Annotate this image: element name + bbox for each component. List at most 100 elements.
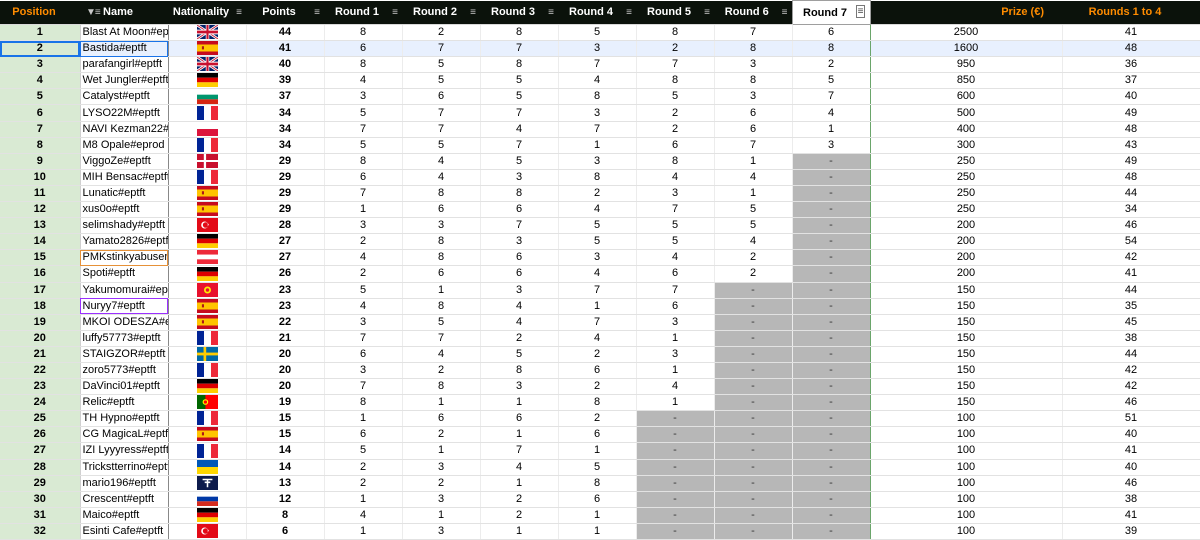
round-5-cell[interactable]: 5 [636, 233, 715, 251]
round-1-cell[interactable]: 7 [324, 378, 403, 396]
round-3-cell[interactable]: 6 [480, 410, 559, 428]
round-3-cell[interactable]: 2 [480, 507, 559, 524]
nationality-cell[interactable] [168, 426, 247, 444]
table-row[interactable]: 23 DaVinci01#eptft 20 7 8 3 2 4- -150 42 [0, 378, 1200, 396]
round-5-cell[interactable]: 2 [636, 104, 715, 122]
round-7-cell[interactable]: - [792, 169, 871, 186]
round-2-cell[interactable]: 7 [402, 40, 481, 58]
filter-icon[interactable]: ≡ [626, 7, 632, 18]
round-4-cell[interactable]: 5 [558, 233, 637, 251]
rounds-1-to-4-cell[interactable]: 51 [1062, 410, 1200, 428]
round-2-cell[interactable]: 3 [402, 217, 481, 235]
filter-icon[interactable]: ≡ [782, 7, 788, 18]
round-6-cell[interactable]: - [714, 330, 793, 347]
table-row[interactable]: 15 PMKstinkyabuser# 27 4 8 6 3 4 2-200 42 [0, 249, 1200, 267]
nationality-cell[interactable] [168, 217, 247, 235]
round-4-cell[interactable]: 7 [558, 121, 637, 138]
position-cell[interactable]: 29 [0, 475, 81, 492]
filter-icon[interactable]: ▼≡ [86, 7, 101, 18]
round-7-cell[interactable]: - [792, 491, 871, 508]
name-cell[interactable]: Yakumomurai#ept [79, 281, 169, 299]
table-row[interactable]: 30 Crescent#eptft 12 1 3 2 6- - -100 38 [0, 491, 1200, 508]
rounds-1-to-4-cell[interactable]: 38 [1062, 491, 1200, 508]
round-1-cell[interactable]: 6 [324, 346, 403, 363]
table-row[interactable]: 11 Lunatic#eptft 29 7 8 8 2 3 1-250 44 [0, 185, 1200, 203]
rounds-1-to-4-cell[interactable]: 37 [1062, 72, 1200, 90]
round-6-cell[interactable]: 7 [714, 137, 793, 154]
table-row[interactable]: 8 M8 Opale#eprod 34 5 5 7 1 6 7 3 300 43 [0, 137, 1200, 154]
round-3-cell[interactable]: 1 [480, 523, 559, 540]
nationality-cell[interactable] [168, 475, 247, 492]
round-5-cell[interactable]: 5 [636, 88, 715, 106]
name-cell[interactable]: zoro5773#eptft [79, 362, 169, 380]
position-cell[interactable]: 10 [0, 169, 81, 186]
points-cell[interactable]: 34 [246, 137, 325, 154]
position-cell[interactable]: 21 [0, 346, 81, 363]
round-5-cell[interactable]: 3 [636, 185, 715, 203]
round-3-cell[interactable]: 5 [480, 88, 559, 106]
name-cell[interactable]: Crescent#eptft [79, 491, 169, 508]
round-3-cell[interactable]: 7 [480, 137, 559, 154]
round-1-cell[interactable]: 2 [324, 265, 403, 283]
nationality-cell[interactable] [168, 346, 247, 363]
round-7-cell[interactable]: - [792, 330, 871, 347]
name-cell[interactable]: CG MagicaL#eptft [79, 426, 169, 444]
round-3-cell[interactable]: 8 [480, 56, 559, 74]
position-cell[interactable]: 5 [0, 88, 81, 106]
round-5-cell[interactable]: 1 [636, 394, 715, 412]
prize-cell[interactable]: 150 [870, 314, 1063, 331]
name-cell[interactable]: Blast At Moon#ept [79, 24, 169, 42]
name-cell[interactable]: TH Hypno#eptft [79, 410, 169, 428]
round-1-cell[interactable]: 4 [324, 72, 403, 90]
round-5-cell[interactable]: - [636, 491, 715, 508]
round-6-cell[interactable]: 6 [714, 121, 793, 138]
round-2-cell[interactable]: 8 [402, 378, 481, 396]
round-4-cell[interactable]: 2 [558, 410, 637, 428]
points-cell[interactable]: 40 [246, 56, 325, 74]
name-cell[interactable]: mario196#eptft [79, 475, 169, 492]
round-7-cell[interactable]: - [792, 410, 871, 428]
round-2-cell[interactable]: 2 [402, 426, 481, 444]
table-row[interactable]: 32 Esinti Cafe#eptft 6 1 3 1 1- - -100 39 [0, 523, 1200, 540]
name-cell[interactable]: IZI Lyyyress#eptft [79, 442, 169, 460]
round-3-cell[interactable]: 4 [480, 314, 559, 331]
round-5-cell[interactable]: 5 [636, 217, 715, 235]
round-2-cell[interactable]: 8 [402, 185, 481, 203]
prize-cell[interactable]: 850 [870, 72, 1063, 90]
position-cell[interactable]: 13 [0, 217, 81, 235]
rounds-1-to-4-cell[interactable]: 41 [1062, 24, 1200, 42]
round-4-cell[interactable]: 8 [558, 475, 637, 492]
nationality-cell[interactable] [168, 72, 247, 90]
table-row[interactable]: 6 LYSO22M#eptft 34 5 7 7 3 2 6 4 500 49 [0, 104, 1200, 122]
round-7-cell[interactable]: - [792, 346, 871, 363]
name-cell[interactable]: STAIGZOR#eptft [79, 346, 169, 363]
round-6-cell[interactable]: - [714, 507, 793, 524]
prize-cell[interactable]: 100 [870, 442, 1063, 460]
round-3-cell[interactable]: 6 [480, 201, 559, 219]
round-1-cell[interactable]: 6 [324, 169, 403, 186]
table-row[interactable]: 18 Nuryy7#eptft 23 4 8 4 1 6- -150 35 [0, 298, 1200, 315]
points-cell[interactable]: 21 [246, 330, 325, 347]
nationality-cell[interactable] [168, 394, 247, 412]
position-cell[interactable]: 28 [0, 459, 81, 476]
position-cell[interactable]: 31 [0, 507, 81, 524]
table-row[interactable]: 28 Trickstterrino#eptft 14 2 3 4 5- - -100 40 [0, 459, 1200, 476]
rounds-1-to-4-cell[interactable]: 43 [1062, 137, 1200, 154]
rounds-1-to-4-cell[interactable]: 35 [1062, 298, 1200, 315]
round-2-cell[interactable]: 6 [402, 88, 481, 106]
nationality-cell[interactable] [168, 121, 247, 138]
round-2-cell[interactable]: 3 [402, 491, 481, 508]
round-2-cell[interactable]: 6 [402, 410, 481, 428]
points-cell[interactable]: 27 [246, 249, 325, 267]
prize-cell[interactable]: 150 [870, 330, 1063, 347]
prize-cell[interactable]: 250 [870, 185, 1063, 203]
rounds-1-to-4-cell[interactable]: 46 [1062, 217, 1200, 235]
round-7-cell[interactable]: 6 [792, 24, 871, 42]
position-cell[interactable]: 22 [0, 362, 81, 380]
name-cell[interactable]: Bastida#eptft [79, 40, 169, 58]
position-cell[interactable]: 14 [0, 233, 81, 251]
round-7-cell[interactable]: 5 [792, 72, 871, 90]
round-3-cell[interactable]: 4 [480, 459, 559, 476]
prize-cell[interactable]: 150 [870, 378, 1063, 396]
position-cell[interactable]: 9 [0, 152, 81, 170]
